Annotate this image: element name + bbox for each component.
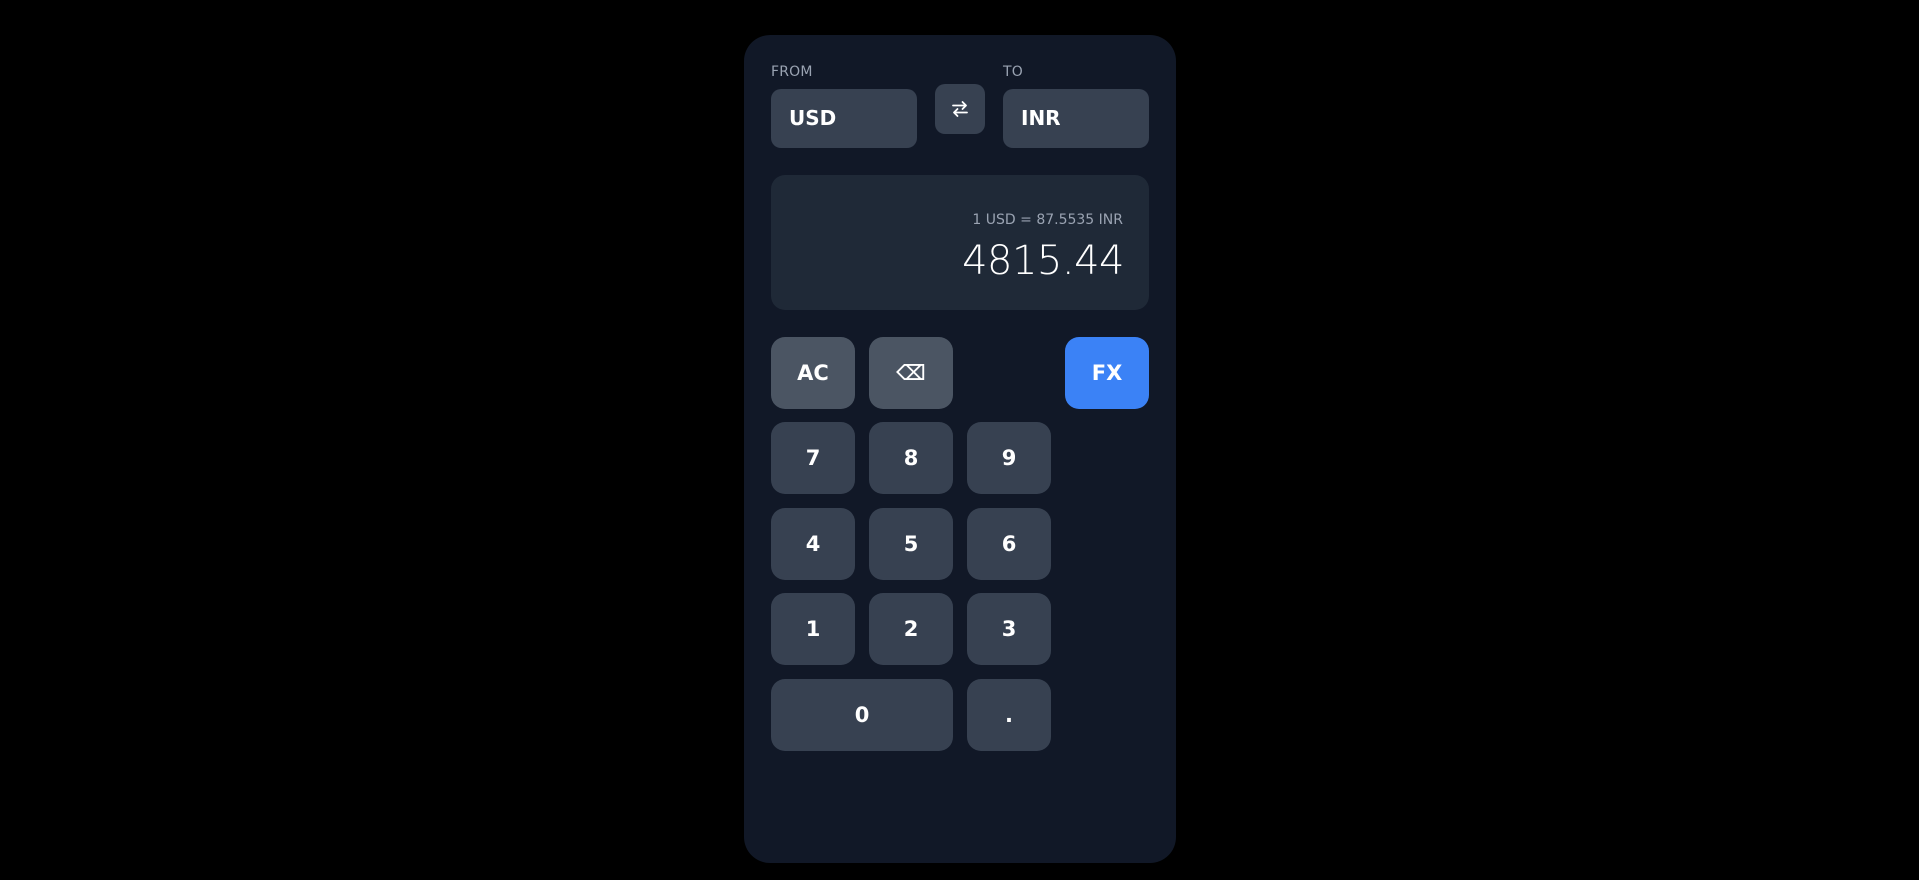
key-9[interactable]: 9 xyxy=(967,422,1051,494)
from-currency-select[interactable]: USD xyxy=(771,89,917,148)
backspace-button[interactable]: ⌫ xyxy=(869,337,953,409)
decimal-key[interactable]: . xyxy=(967,679,1051,751)
converted-value: 4815.44 xyxy=(962,238,1124,284)
result-display: 1 USD = 87.5535 INR 4815.44 xyxy=(771,175,1149,310)
key-3[interactable]: 3 xyxy=(967,593,1051,665)
exchange-rate-text: 1 USD = 87.5535 INR xyxy=(972,212,1123,228)
key-5[interactable]: 5 xyxy=(869,508,953,580)
key-6[interactable]: 6 xyxy=(967,508,1051,580)
fx-button[interactable]: FX xyxy=(1065,337,1149,409)
key-2[interactable]: 2 xyxy=(869,593,953,665)
swap-currencies-button[interactable] xyxy=(935,84,985,134)
key-1[interactable]: 1 xyxy=(771,593,855,665)
to-label: TO xyxy=(1003,64,1023,80)
clear-button[interactable]: AC xyxy=(771,337,855,409)
swap-arrows-icon xyxy=(952,101,968,117)
key-0[interactable]: 0 xyxy=(771,679,953,751)
to-currency-select[interactable]: INR xyxy=(1003,89,1149,148)
key-7[interactable]: 7 xyxy=(771,422,855,494)
key-4[interactable]: 4 xyxy=(771,508,855,580)
from-label: FROM xyxy=(771,64,813,80)
converter-panel: FROM USD TO INR 1 USD = 87.5535 INR 4815… xyxy=(744,35,1176,863)
key-8[interactable]: 8 xyxy=(869,422,953,494)
